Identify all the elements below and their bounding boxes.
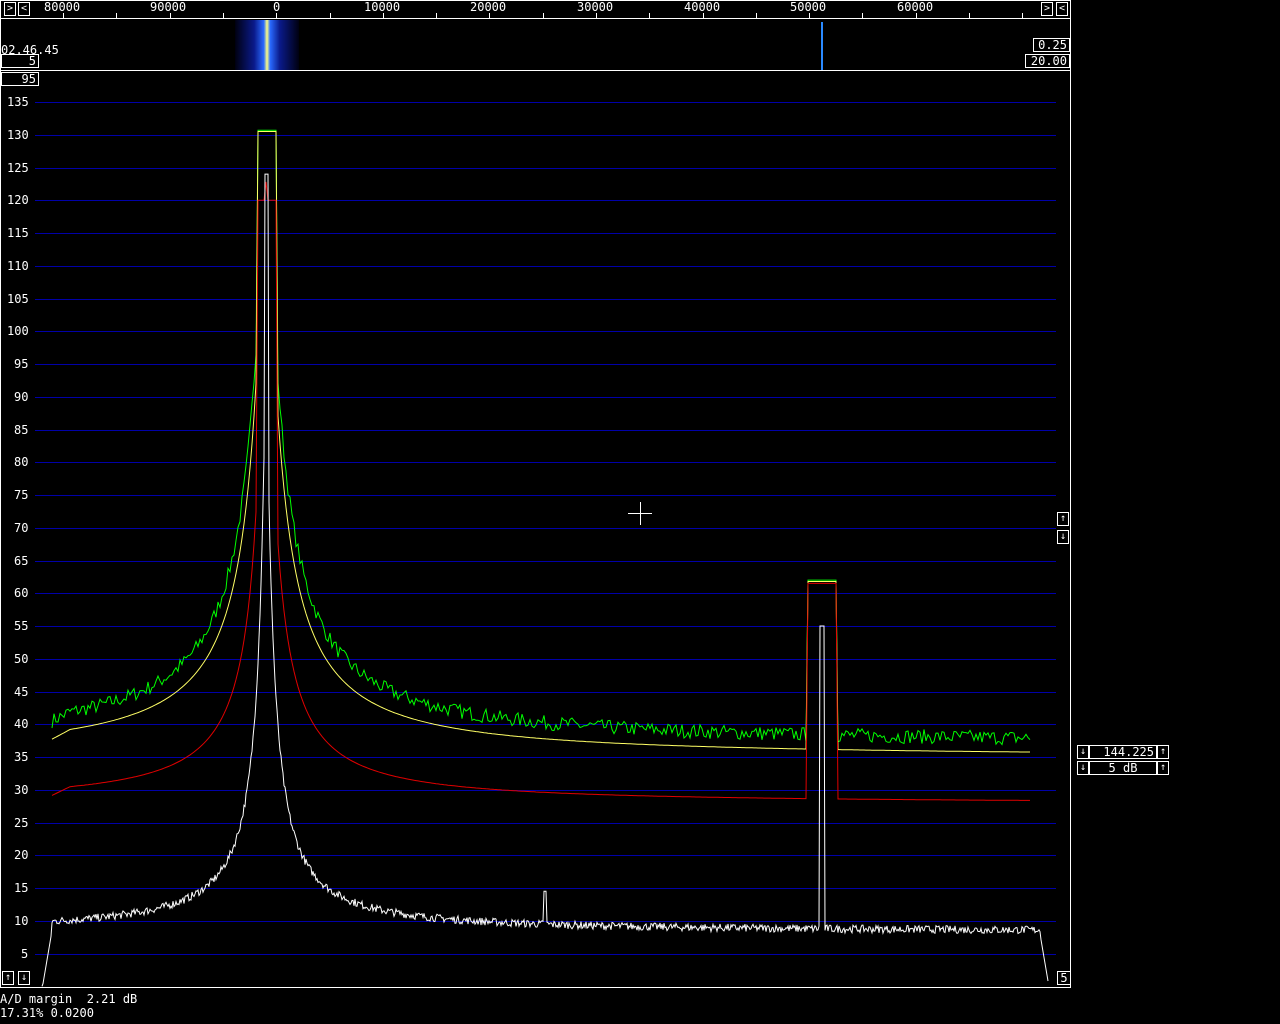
trace-green	[51, 129, 1031, 746]
spectrum-bottom-right-box[interactable]: 5	[1057, 971, 1071, 985]
spectrum-bottom-down-button[interactable]: ↓	[18, 971, 30, 985]
trace-red	[51, 181, 1030, 801]
spectrum-bottom-up-button[interactable]: ↑	[2, 971, 14, 985]
side-freq-value[interactable]: 144.225	[1089, 745, 1157, 759]
spectrum-graph	[0, 0, 1071, 988]
spectrum-scroll-up-button[interactable]: ↑	[1057, 512, 1069, 526]
level-status: 17.31% 0.0200	[0, 1006, 94, 1020]
side-db-value[interactable]: 5 dB	[1089, 761, 1157, 775]
waterfall-signal-strong	[235, 20, 299, 70]
side-db-down-button[interactable]: ↓	[1077, 761, 1089, 775]
trace-yellow	[51, 131, 1030, 753]
spectrum-scroll-down-button[interactable]: ↓	[1057, 530, 1069, 544]
side-freq-down-button[interactable]: ↓	[1077, 745, 1089, 759]
trace-white	[41, 173, 1049, 987]
side-freq-up-button[interactable]: ↑	[1157, 745, 1169, 759]
ad-margin-status: A/D margin 2.21 dB	[0, 992, 138, 1006]
waterfall-signal-weak	[821, 22, 823, 70]
side-db-up-button[interactable]: ↑	[1157, 761, 1169, 775]
